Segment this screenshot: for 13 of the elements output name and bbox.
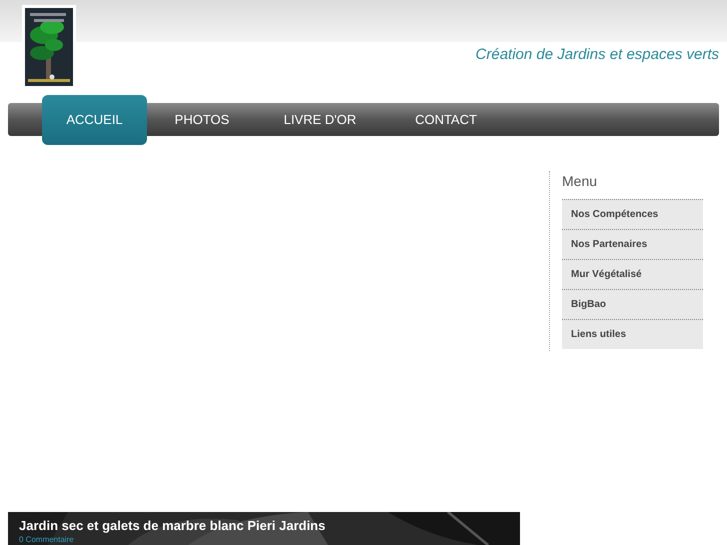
nav-tab[interactable]: PHOTOS (147, 103, 257, 136)
menu-link[interactable]: BigBao (562, 289, 703, 319)
nav-tab[interactable]: LIVRE D'OR (257, 103, 383, 136)
menu-link[interactable]: Liens utiles (562, 319, 703, 349)
nav-tab[interactable]: ACCUEIL (42, 94, 147, 144)
comments-link[interactable]: 0 Commentaire (19, 535, 74, 544)
menu-link[interactable]: Mur Végétalisé (562, 259, 703, 289)
menu-title: Menu (562, 172, 598, 191)
menu-link[interactable]: Nos Compétences (562, 199, 703, 229)
nav-tab[interactable]: CONTACT (383, 103, 509, 136)
menu-link[interactable]: Nos Partenaires (562, 229, 703, 259)
post-title[interactable]: Jardin sec et galets de marbre blanc Pieri Jardins (19, 518, 326, 533)
tagline: Création de Jardins et espaces verts (476, 46, 719, 63)
